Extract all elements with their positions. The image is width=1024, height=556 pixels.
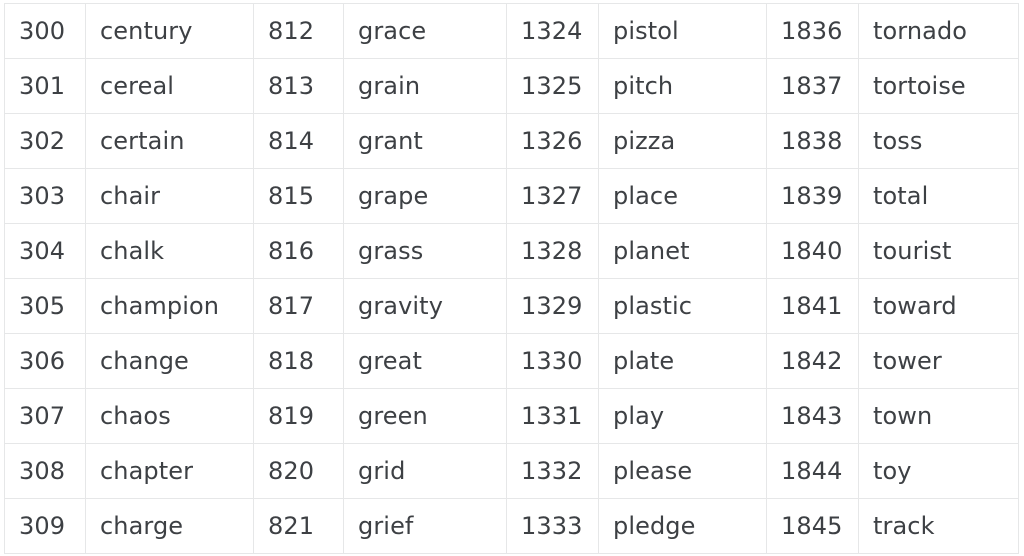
- word-text-cell: certain: [85, 113, 254, 169]
- table-row: 300 century 812 grace 1324 pistol 1836 tornado: [4, 3, 1019, 59]
- word-id-cell: 1844: [766, 443, 859, 499]
- word-id-cell: 305: [4, 278, 86, 334]
- word-id-cell: 1842: [766, 333, 859, 389]
- word-id-cell: 814: [253, 113, 344, 169]
- word-text-cell: green: [343, 388, 507, 444]
- word-text-cell: planet: [598, 223, 767, 279]
- word-text-cell: town: [858, 388, 1019, 444]
- word-id-cell: 815: [253, 168, 344, 224]
- word-text-cell: please: [598, 443, 767, 499]
- word-text-cell: gravity: [343, 278, 507, 334]
- word-text-cell: change: [85, 333, 254, 389]
- word-id-cell: 1327: [506, 168, 599, 224]
- word-id-cell: 1843: [766, 388, 859, 444]
- word-id-cell: 308: [4, 443, 86, 499]
- word-text-cell: pistol: [598, 3, 767, 59]
- word-text-cell: century: [85, 3, 254, 59]
- word-text-cell: cereal: [85, 58, 254, 114]
- word-id-cell: 302: [4, 113, 86, 169]
- word-text-cell: chalk: [85, 223, 254, 279]
- word-text-cell: charge: [85, 498, 254, 554]
- word-text-cell: place: [598, 168, 767, 224]
- word-text-cell: toy: [858, 443, 1019, 499]
- table-row: 301 cereal 813 grain 1325 pitch 1837 tortoise: [4, 58, 1019, 114]
- word-text-cell: grain: [343, 58, 507, 114]
- table-row: 305 champion 817 gravity 1329 plastic 1841 towa…: [4, 278, 1019, 334]
- word-id-cell: 300: [4, 3, 86, 59]
- word-id-cell: 1838: [766, 113, 859, 169]
- table-row: 307 chaos 819 green 1331 play 1843 town: [4, 388, 1019, 444]
- word-text-cell: pizza: [598, 113, 767, 169]
- word-id-cell: 820: [253, 443, 344, 499]
- table-row: 303 chair 815 grape 1327 place 1839 total: [4, 168, 1019, 224]
- word-id-cell: 816: [253, 223, 344, 279]
- table-row: 302 certain 814 grant 1326 pizza 1838 toss: [4, 113, 1019, 169]
- word-id-cell: 306: [4, 333, 86, 389]
- word-id-cell: 1325: [506, 58, 599, 114]
- word-text-cell: grief: [343, 498, 507, 554]
- word-text-cell: chaos: [85, 388, 254, 444]
- word-id-cell: 1840: [766, 223, 859, 279]
- word-id-cell: 1333: [506, 498, 599, 554]
- word-id-cell: 307: [4, 388, 86, 444]
- word-text-cell: play: [598, 388, 767, 444]
- word-id-cell: 817: [253, 278, 344, 334]
- word-id-cell: 1837: [766, 58, 859, 114]
- word-id-cell: 1839: [766, 168, 859, 224]
- word-text-cell: great: [343, 333, 507, 389]
- word-text-cell: grace: [343, 3, 507, 59]
- word-text-cell: grape: [343, 168, 507, 224]
- word-id-cell: 301: [4, 58, 86, 114]
- word-text-cell: toward: [858, 278, 1019, 334]
- word-text-cell: tower: [858, 333, 1019, 389]
- word-id-cell: 1841: [766, 278, 859, 334]
- table-row: 306 change 818 great 1330 plate 1842 tower: [4, 333, 1019, 389]
- word-list-table: 300 century 812 grace 1324 pistol 1836 tornado 3…: [4, 3, 1019, 554]
- word-text-cell: plastic: [598, 278, 767, 334]
- word-text-cell: tornado: [858, 3, 1019, 59]
- word-text-cell: champion: [85, 278, 254, 334]
- word-id-cell: 309: [4, 498, 86, 554]
- word-text-cell: track: [858, 498, 1019, 554]
- word-list-body: 300 century 812 grace 1324 pistol 1836 tornado 3…: [4, 3, 1019, 554]
- word-id-cell: 1836: [766, 3, 859, 59]
- word-text-cell: pitch: [598, 58, 767, 114]
- word-text-cell: pledge: [598, 498, 767, 554]
- word-id-cell: 812: [253, 3, 344, 59]
- word-text-cell: toss: [858, 113, 1019, 169]
- table-row: 308 chapter 820 grid 1332 please 1844 toy: [4, 443, 1019, 499]
- word-id-cell: 304: [4, 223, 86, 279]
- word-id-cell: 303: [4, 168, 86, 224]
- word-text-cell: plate: [598, 333, 767, 389]
- word-text-cell: total: [858, 168, 1019, 224]
- word-id-cell: 1324: [506, 3, 599, 59]
- word-id-cell: 813: [253, 58, 344, 114]
- word-text-cell: chapter: [85, 443, 254, 499]
- word-text-cell: tortoise: [858, 58, 1019, 114]
- word-id-cell: 1331: [506, 388, 599, 444]
- word-text-cell: tourist: [858, 223, 1019, 279]
- word-id-cell: 819: [253, 388, 344, 444]
- word-id-cell: 1845: [766, 498, 859, 554]
- word-text-cell: grant: [343, 113, 507, 169]
- word-id-cell: 1326: [506, 113, 599, 169]
- word-text-cell: grass: [343, 223, 507, 279]
- word-id-cell: 821: [253, 498, 344, 554]
- table-row: 309 charge 821 grief 1333 pledge 1845 track: [4, 498, 1019, 554]
- word-text-cell: grid: [343, 443, 507, 499]
- word-id-cell: 1329: [506, 278, 599, 334]
- word-text-cell: chair: [85, 168, 254, 224]
- word-id-cell: 818: [253, 333, 344, 389]
- word-list-table-container: 300 century 812 grace 1324 pistol 1836 tornado 3…: [4, 3, 1019, 554]
- table-row: 304 chalk 816 grass 1328 planet 1840 tourist: [4, 223, 1019, 279]
- word-id-cell: 1332: [506, 443, 599, 499]
- word-id-cell: 1328: [506, 223, 599, 279]
- word-id-cell: 1330: [506, 333, 599, 389]
